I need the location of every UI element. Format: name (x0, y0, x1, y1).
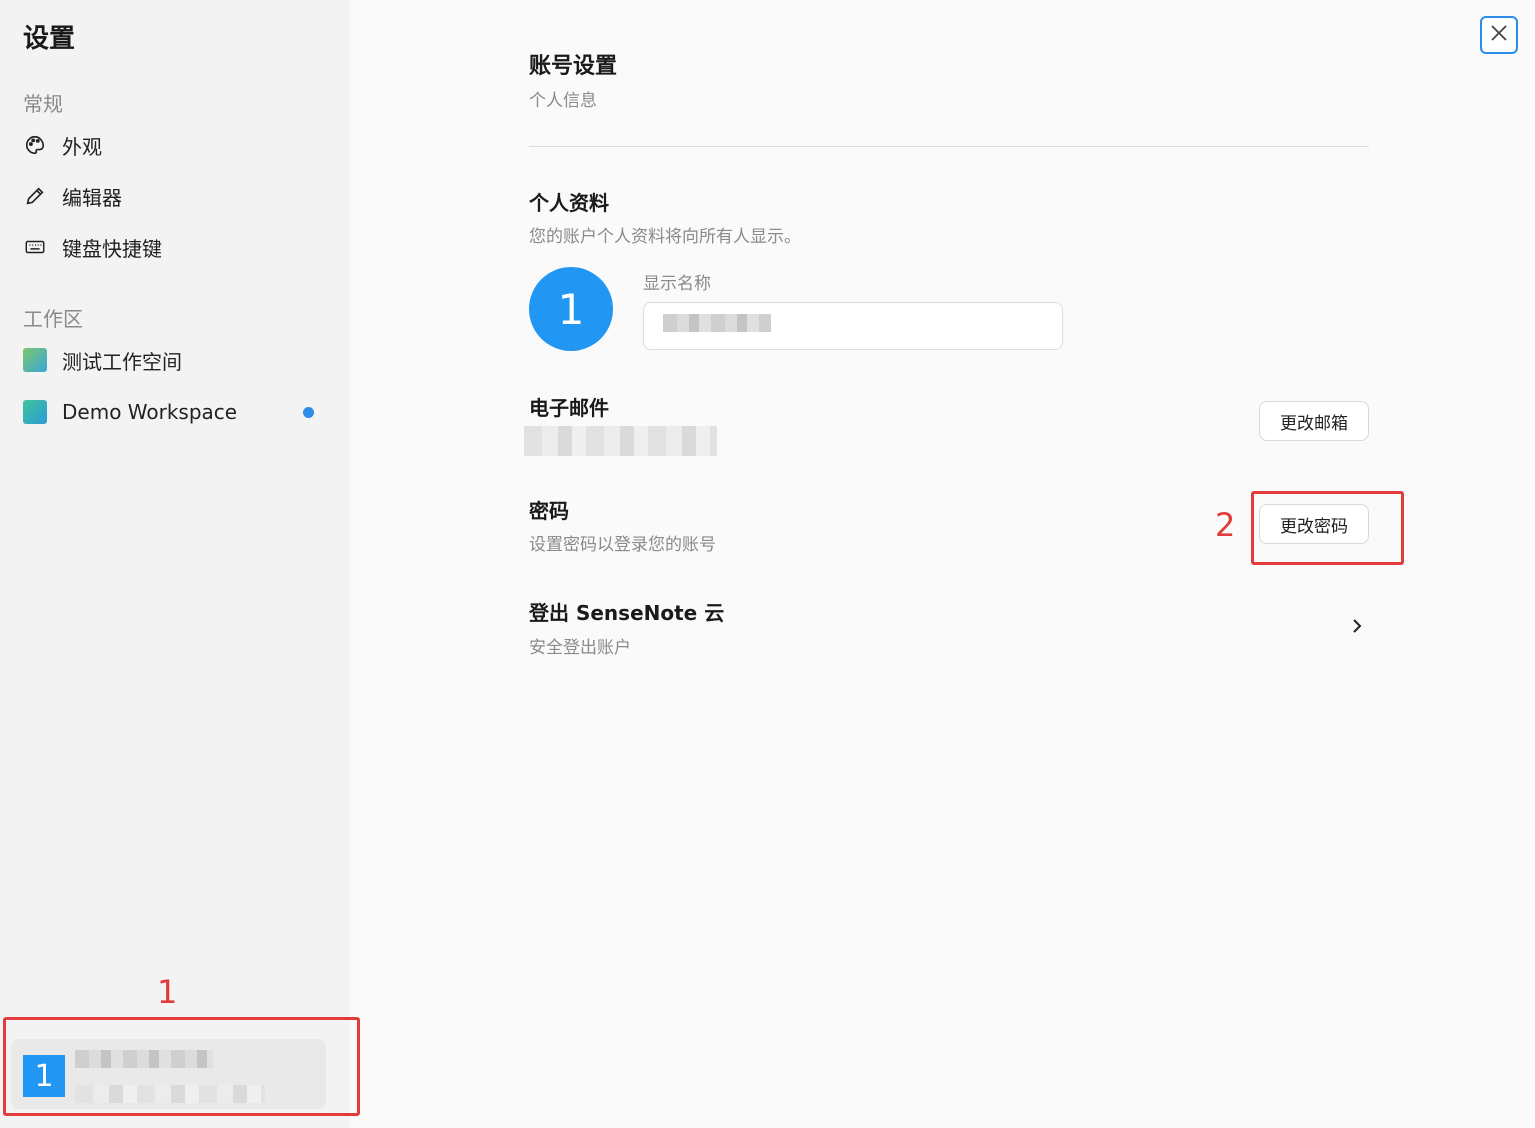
sidebar-item-label: 测试工作空间 (62, 349, 182, 374)
settings-sidebar: 设置 常规 外观 编辑器 键盘快捷键 工作区 测试工作空间 Demo Works… (0, 0, 350, 1128)
avatar[interactable]: 1 (529, 267, 613, 351)
display-name-label: 显示名称 (643, 274, 711, 294)
change-email-button[interactable]: 更改邮箱 (1259, 401, 1369, 441)
sidebar-item-label: 编辑器 (62, 185, 122, 210)
sidebar-item-workspace[interactable]: Demo Workspace (10, 390, 330, 434)
sidebar-item-label: 键盘快捷键 (62, 236, 162, 261)
sidebar-item-label: 外观 (62, 134, 102, 159)
sidebar-title: 设置 (23, 24, 76, 54)
chevron-right-icon[interactable] (1347, 615, 1367, 637)
redacted-email-value (524, 426, 717, 456)
palette-icon (23, 133, 47, 157)
logout-description: 安全登出账户 (529, 638, 631, 658)
sidebar-item-appearance[interactable]: 外观 (10, 123, 330, 167)
page-title: 账号设置 (529, 54, 618, 79)
workspace-section-label: 工作区 (23, 307, 83, 331)
divider (529, 146, 1369, 147)
close-button[interactable] (1480, 16, 1518, 54)
display-name-input[interactable] (643, 302, 1063, 350)
sidebar-item-editor[interactable]: 编辑器 (10, 174, 330, 218)
keyboard-icon (23, 235, 47, 259)
close-icon (1489, 23, 1509, 47)
pencil-icon (23, 184, 47, 208)
annotation-box (1251, 491, 1404, 565)
active-workspace-dot (303, 407, 314, 418)
sidebar-item-workspace[interactable]: 测试工作空间 (10, 338, 330, 382)
profile-description: 您的账户个人资料将向所有人显示。 (529, 227, 801, 247)
general-section-label: 常规 (23, 92, 63, 116)
redacted-display-name (663, 314, 771, 332)
annotation-box (3, 1017, 360, 1116)
sidebar-item-label: Demo Workspace (62, 400, 238, 424)
workspace-icon (23, 400, 47, 424)
logout-heading[interactable]: 登出 SenseNote 云 (529, 597, 724, 626)
page-subtitle: 个人信息 (529, 91, 597, 111)
sidebar-item-keyboard-shortcuts[interactable]: 键盘快捷键 (10, 225, 330, 269)
profile-heading: 个人资料 (529, 191, 609, 215)
email-heading: 电子邮件 (529, 396, 609, 420)
password-description: 设置密码以登录您的账号 (529, 535, 716, 555)
workspace-icon (23, 348, 47, 372)
annotation-number: 1 (157, 973, 178, 1011)
password-heading: 密码 (529, 499, 569, 523)
annotation-number: 2 (1215, 506, 1236, 544)
